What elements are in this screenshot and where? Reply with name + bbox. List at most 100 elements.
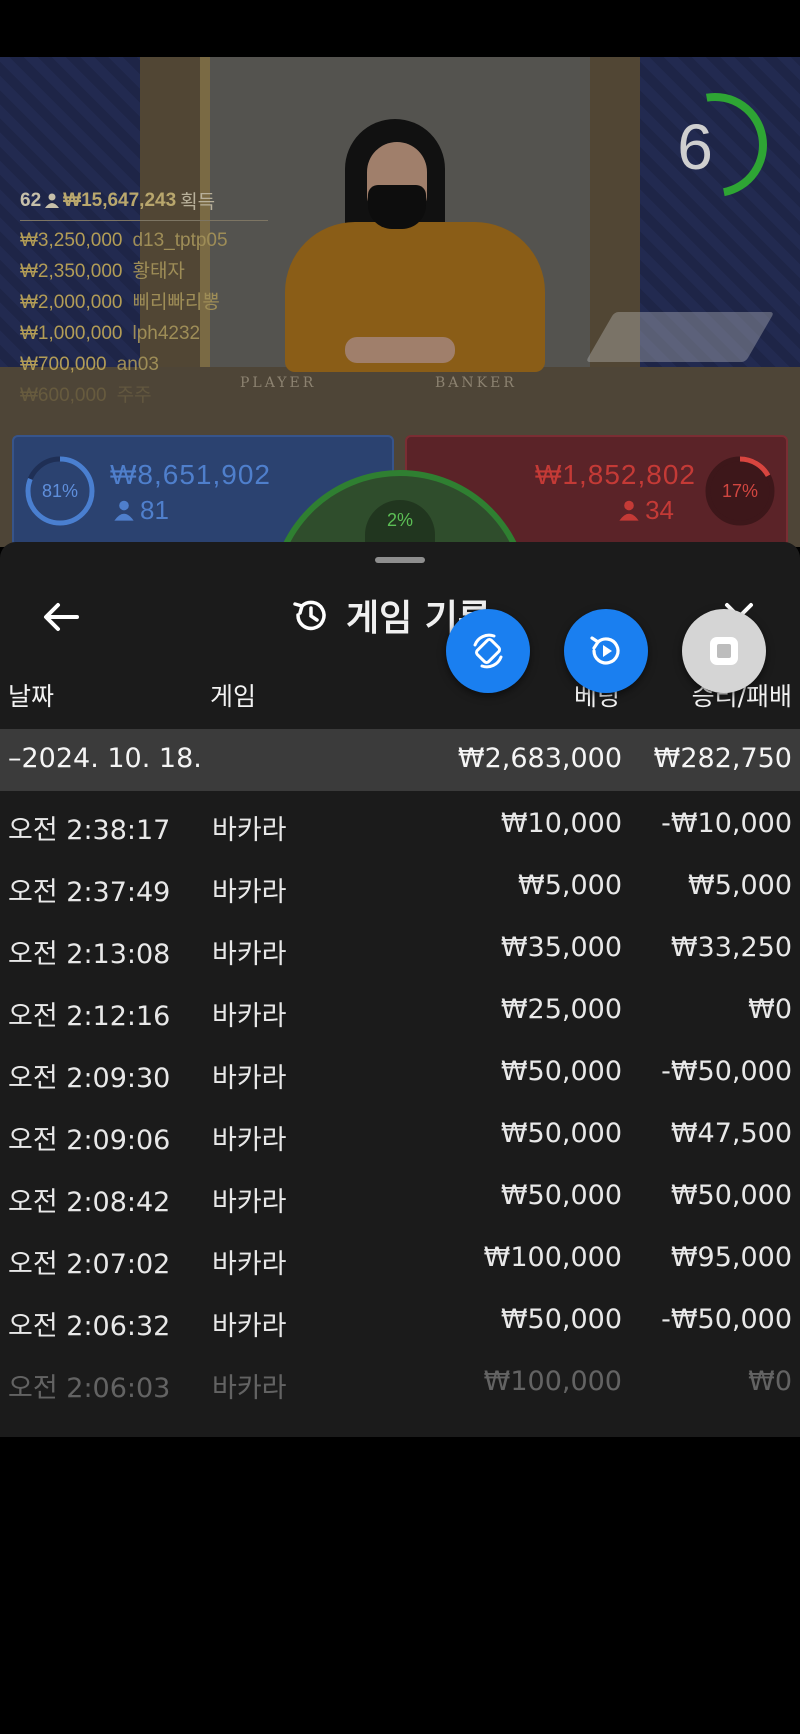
winner-row: ₩3,250,000 d13_tptp05: [20, 225, 268, 256]
replay-button[interactable]: [564, 609, 648, 693]
row-time: 오전 2:06:03: [8, 1373, 171, 1404]
row-game: 바카라: [212, 939, 287, 970]
history-row[interactable]: 오전 2:06:32 바카라 ₩50,000 -₩50,000: [0, 1290, 800, 1352]
row-result: ₩0: [748, 1366, 792, 1397]
history-row[interactable]: 오전 2:37:49 바카라 ₩5,000 ₩5,000: [0, 856, 800, 918]
back-button[interactable]: [38, 594, 84, 640]
countdown-number: 6: [677, 111, 713, 183]
history-icon: [293, 600, 326, 631]
dealer-mask: [368, 185, 426, 229]
sheet-drag-handle[interactable]: [375, 557, 425, 563]
history-row[interactable]: 오전 2:12:16 바카라 ₩25,000 ₩0: [0, 980, 800, 1042]
history-column-headers: 날짜 게임 베팅 승리/패배: [0, 677, 800, 717]
row-time: 오전 2:07:02: [8, 1249, 171, 1280]
winner-row: ₩2,000,000 삐리빠리뽕: [20, 287, 268, 318]
winners-count: 62: [20, 189, 42, 211]
column-header-date[interactable]: 날짜: [8, 677, 54, 713]
winner-amount: ₩1,000,000: [20, 323, 123, 344]
arrow-left-icon: [44, 603, 79, 631]
winners-divider: [20, 220, 268, 221]
winner-amount: ₩2,000,000: [20, 292, 123, 313]
table-banker-label: BANKER: [435, 375, 517, 391]
row-bet: ₩100,000: [483, 1242, 622, 1273]
row-bet: ₩50,000: [500, 1118, 622, 1149]
player-people-count: 81: [140, 495, 169, 525]
history-row[interactable]: 오전 2:13:08 바카라 ₩35,000 ₩33,250: [0, 918, 800, 980]
day-date: –2024. 10. 18.: [8, 743, 202, 774]
row-game: 바카라: [212, 815, 287, 846]
card-shoe: [585, 312, 775, 362]
banker-amount: ₩1,852,802: [535, 459, 696, 490]
game-history-sheet: 게임 기록 날짜 게임 베팅 승리/패배 –2024. 10. 18. ₩2,6…: [0, 542, 800, 1437]
dealer-hands: [345, 337, 455, 363]
column-header-game[interactable]: 게임: [210, 677, 256, 713]
row-bet: ₩50,000: [500, 1180, 622, 1211]
player-amount: ₩8,651,902: [110, 459, 271, 490]
row-bet: ₩100,000: [483, 1366, 622, 1397]
history-row[interactable]: 오전 2:38:17 바카라 ₩10,000 -₩10,000: [0, 794, 800, 856]
row-result: -₩10,000: [661, 808, 792, 839]
winners-label: 획득: [180, 192, 216, 213]
row-game: 바카라: [212, 1311, 287, 1342]
row-game: 바카라: [212, 1249, 287, 1280]
row-time: 오전 2:09:06: [8, 1125, 171, 1156]
row-time: 오전 2:09:30: [8, 1063, 171, 1094]
row-time: 오전 2:06:32: [8, 1311, 171, 1342]
stop-icon: [710, 637, 738, 665]
history-row[interactable]: 오전 2:07:02 바카라 ₩100,000 ₩95,000: [0, 1228, 800, 1290]
row-result: ₩95,000: [670, 1242, 792, 1273]
row-time: 오전 2:12:16: [8, 1001, 171, 1032]
banker-percent: 17%: [721, 481, 759, 501]
row-result: ₩0: [748, 994, 792, 1025]
row-game: 바카라: [212, 1125, 287, 1156]
person-icon: [45, 193, 60, 208]
history-row[interactable]: 오전 2:09:06 바카라 ₩50,000 ₩47,500: [0, 1104, 800, 1166]
winner-row: ₩700,000 an03: [20, 349, 268, 380]
row-time: 오전 2:08:42: [8, 1187, 171, 1218]
banker-people-count: 34: [645, 495, 674, 525]
winners-total: ₩15,647,243: [63, 189, 177, 211]
winner-name: lph4232: [132, 323, 201, 344]
history-list: 오전 2:38:17 바카라 ₩10,000 -₩10,000 오전 2:37:49 바…: [0, 794, 800, 1414]
day-result-total: ₩282,750: [653, 743, 792, 774]
stop-button[interactable]: [682, 609, 766, 693]
winner-name: 황태자: [132, 261, 185, 282]
winners-list: 62 ₩15,647,243 획득 ₩3,250,000 d13_tptp05 ₩…: [20, 187, 268, 411]
row-game: 바카라: [212, 1001, 287, 1032]
row-bet: ₩50,000: [500, 1056, 622, 1087]
winners-header: 62 ₩15,647,243 획득: [20, 187, 268, 214]
rotate-screen-button[interactable]: [446, 609, 530, 693]
winner-row: ₩600,000 주주: [20, 380, 268, 411]
winner-name: d13_tptp05: [132, 230, 228, 251]
row-game: 바카라: [212, 1063, 287, 1094]
history-row[interactable]: 오전 2:06:03 바카라 ₩100,000 ₩0: [0, 1352, 800, 1414]
replay-icon: [590, 636, 620, 665]
winner-amount: ₩3,250,000: [20, 230, 123, 251]
day-summary-row[interactable]: –2024. 10. 18. ₩2,683,000 ₩282,750: [0, 729, 800, 791]
row-game: 바카라: [212, 1373, 287, 1404]
row-bet: ₩50,000: [500, 1304, 622, 1335]
winner-amount: ₩2,350,000: [20, 261, 123, 282]
winner-name: 주주: [116, 385, 152, 406]
row-time: 오전 2:13:08: [8, 939, 171, 970]
history-row[interactable]: 오전 2:08:42 바카라 ₩50,000 ₩50,000: [0, 1166, 800, 1228]
row-result: ₩50,000: [670, 1180, 792, 1211]
history-row[interactable]: 오전 2:09:30 바카라 ₩50,000 -₩50,000: [0, 1042, 800, 1104]
rotate-icon: [473, 633, 503, 669]
banker-people: 34: [619, 495, 674, 526]
row-result: -₩50,000: [661, 1304, 792, 1335]
winner-name: an03: [116, 354, 159, 375]
row-bet: ₩10,000: [500, 808, 622, 839]
person-icon: [114, 500, 134, 521]
row-result: ₩47,500: [670, 1118, 792, 1149]
winner-amount: ₩700,000: [20, 354, 107, 375]
row-result: ₩33,250: [670, 932, 792, 963]
row-bet: ₩25,000: [500, 994, 622, 1025]
row-bet: ₩5,000: [518, 870, 622, 901]
row-time: 오전 2:38:17: [8, 815, 171, 846]
row-time: 오전 2:37:49: [8, 877, 171, 908]
day-bet-total: ₩2,683,000: [457, 743, 622, 774]
player-percent: 81%: [41, 481, 79, 501]
row-result: ₩5,000: [688, 870, 792, 901]
row-game: 바카라: [212, 877, 287, 908]
